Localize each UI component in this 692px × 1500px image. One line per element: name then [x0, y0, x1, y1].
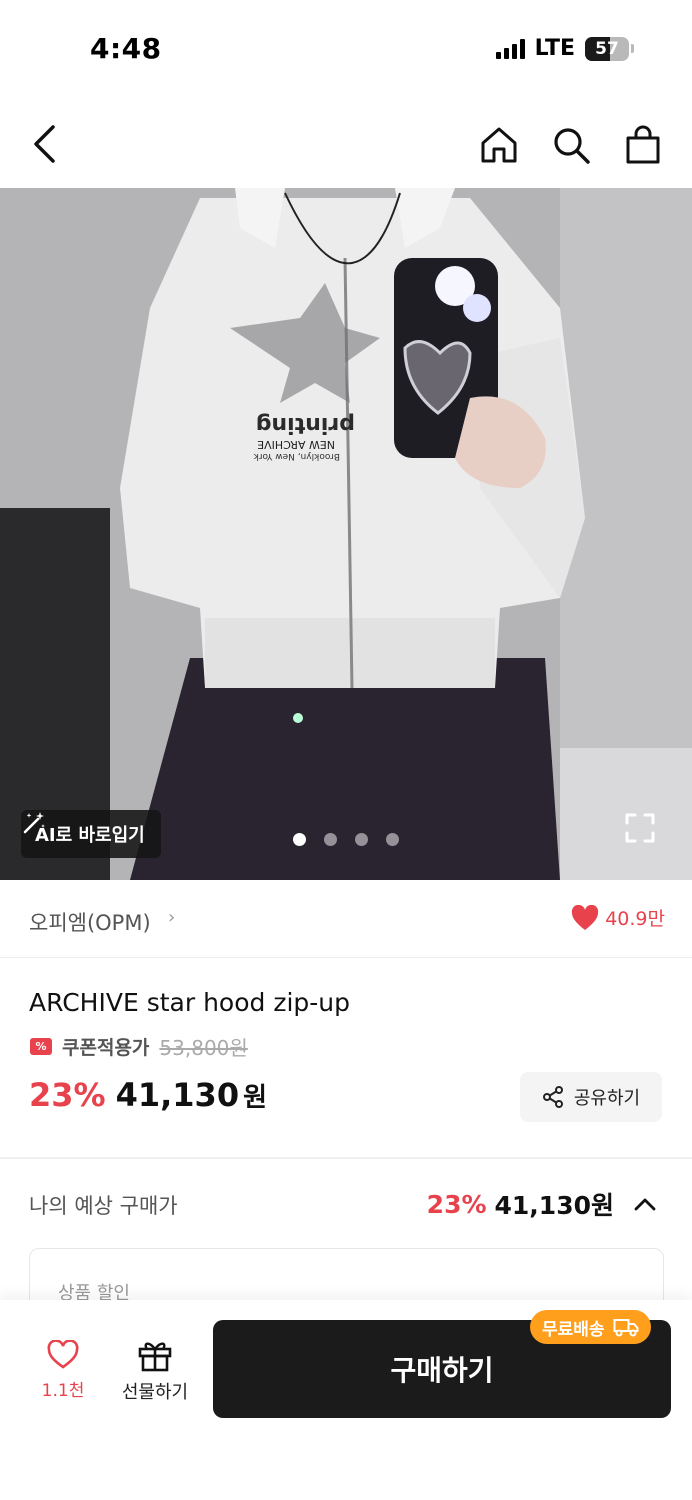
- status-indicators: LTE 57: [495, 36, 634, 61]
- product-image-carousel[interactable]: printing NEW ARCHIVE Brooklyn, New York …: [0, 188, 692, 880]
- brand-name[interactable]: 오피엠(OPM): [29, 907, 151, 937]
- carousel-dot-1[interactable]: [293, 833, 306, 846]
- magic-wand-icon: [23, 812, 45, 834]
- cart-button[interactable]: [622, 124, 664, 166]
- battery-icon: 57: [585, 36, 629, 61]
- status-bar: 4:48 LTE 57: [0, 0, 692, 100]
- chevron-up-icon: [634, 1198, 656, 1211]
- network-label: LTE: [534, 36, 575, 61]
- expected-price-summary[interactable]: 23% 41,130원: [427, 1186, 658, 1222]
- carousel-dot-3[interactable]: [355, 833, 368, 846]
- original-price: 53,800원: [159, 1036, 248, 1060]
- coupon-label: 쿠폰적용가: [62, 1037, 150, 1059]
- battery-level: 57: [595, 38, 619, 59]
- likes-count: 40.9만: [605, 908, 665, 930]
- battery-tip: [631, 44, 634, 53]
- back-button[interactable]: [24, 122, 64, 166]
- price-row: 23% 41,130 원: [29, 1076, 267, 1114]
- print-line-2: Brooklyn, New York: [253, 451, 340, 461]
- search-icon: [554, 128, 590, 164]
- discount-rate: 23%: [29, 1076, 106, 1114]
- signal-icon: [495, 38, 525, 59]
- price-unit: 원: [243, 1083, 267, 1113]
- bag-icon: [626, 125, 660, 164]
- wishlist-count: 1.1천: [41, 1381, 85, 1401]
- ai-try-on-button[interactable]: AI로 바로입기: [21, 810, 161, 858]
- gift-icon: [138, 1342, 172, 1372]
- coupon-row: % 쿠폰적용가 53,800원: [30, 1032, 248, 1061]
- expected-price-label: 나의 예상 구매가: [29, 1194, 178, 1218]
- carousel-dot-2[interactable]: [324, 833, 337, 846]
- fullscreen-button[interactable]: [624, 812, 664, 852]
- brand-row[interactable]: 오피엠(OPM) › 40.9만: [0, 880, 692, 958]
- section-divider: [0, 1157, 692, 1159]
- heart-outline-icon: [47, 1340, 79, 1369]
- expand-icon: [625, 813, 655, 843]
- gift-button[interactable]: 선물하기: [112, 1338, 198, 1404]
- status-time: 4:48: [90, 32, 162, 65]
- svg-text:printing: printing: [256, 412, 355, 437]
- back-icon: [34, 125, 55, 163]
- print-line-1: NEW ARCHIVE: [257, 438, 335, 451]
- sale-price: 41,130: [115, 1076, 240, 1114]
- top-nav: [0, 110, 692, 185]
- gift-label: 선물하기: [121, 1382, 189, 1403]
- carousel-dots: [293, 833, 399, 846]
- product-photo: printing NEW ARCHIVE Brooklyn, New York: [0, 188, 692, 880]
- share-icon: [542, 1086, 563, 1108]
- ai-badge-label: AI로 바로입기: [35, 825, 145, 846]
- expected-discount: 23%: [426, 1189, 487, 1219]
- heart-filled-icon: [572, 904, 599, 930]
- buy-button-label: 구매하기: [390, 1354, 494, 1387]
- brand-likes[interactable]: 40.9만: [571, 904, 665, 931]
- expected-price: 41,130원: [494, 1191, 614, 1220]
- free-shipping-badge: 무료배송: [530, 1310, 651, 1344]
- share-button[interactable]: 공유하기: [520, 1072, 662, 1122]
- share-label: 공유하기: [573, 1088, 641, 1109]
- collapse-toggle[interactable]: [632, 1191, 658, 1217]
- bottom-action-bar: 1.1천 선물하기 구매하기 무료배송: [0, 1300, 692, 1500]
- home-button[interactable]: [478, 124, 520, 166]
- chevron-right-icon: ›: [168, 907, 176, 928]
- coupon-icon: %: [30, 1038, 52, 1055]
- product-title: ARCHIVE star hood zip-up: [29, 988, 350, 1017]
- search-button[interactable]: [550, 124, 592, 166]
- wishlist-button[interactable]: 1.1천: [30, 1340, 96, 1401]
- carousel-dot-4[interactable]: [386, 833, 399, 846]
- truck-icon: [613, 1319, 639, 1337]
- free-shipping-label: 무료배송: [542, 1319, 605, 1340]
- home-icon: [481, 127, 517, 163]
